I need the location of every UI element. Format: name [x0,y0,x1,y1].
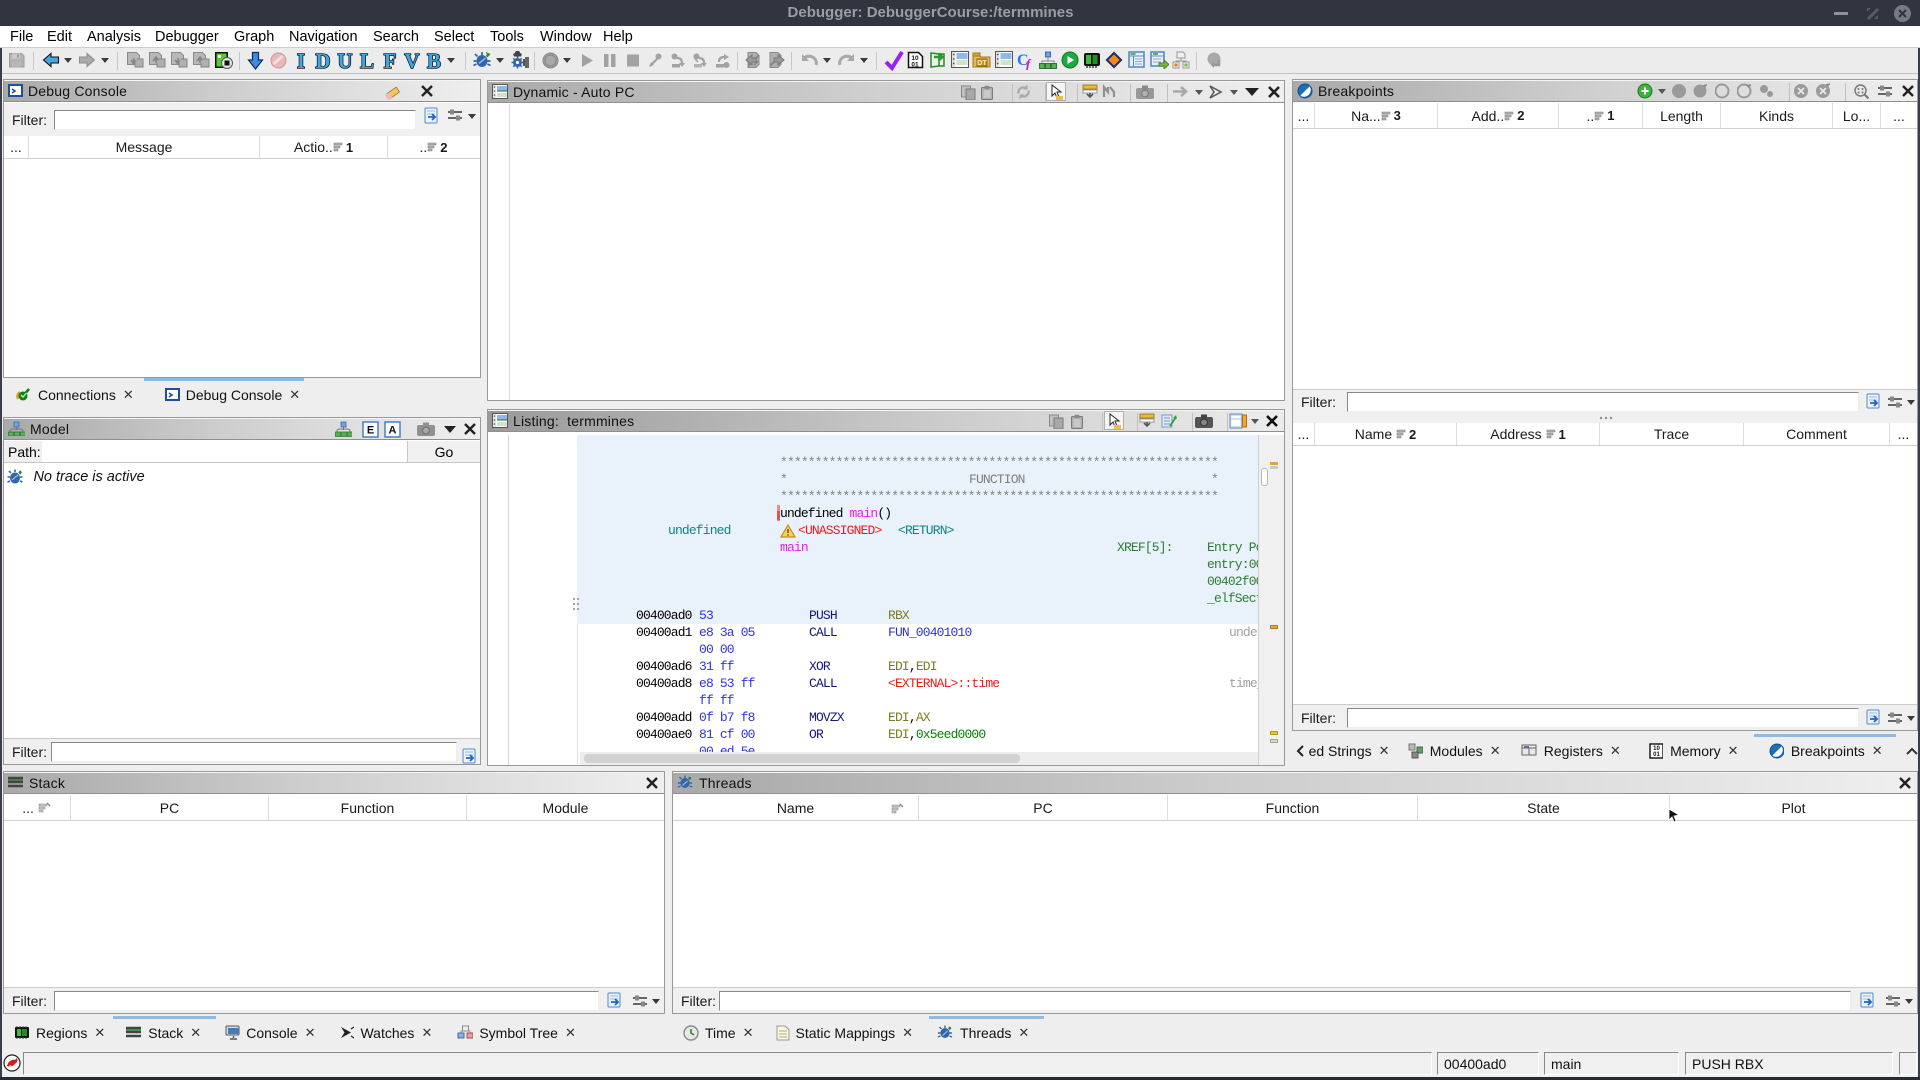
svg-text:01: 01 [911,62,919,69]
svg-text:L: L [360,49,374,73]
svg-text:U: U [337,49,352,73]
svg-text:DT: DT [977,58,987,67]
svg-text:f: f [1026,56,1032,70]
svg-text:I: I [297,49,305,73]
svg-text:E: E [367,425,374,437]
svg-text:V: V [404,49,419,73]
svg-text:B: B [427,49,441,73]
svg-text:01: 01 [1653,752,1660,758]
svg-text:F: F [384,49,397,73]
svg-text:D: D [315,49,330,73]
svg-text:A: A [389,425,397,437]
